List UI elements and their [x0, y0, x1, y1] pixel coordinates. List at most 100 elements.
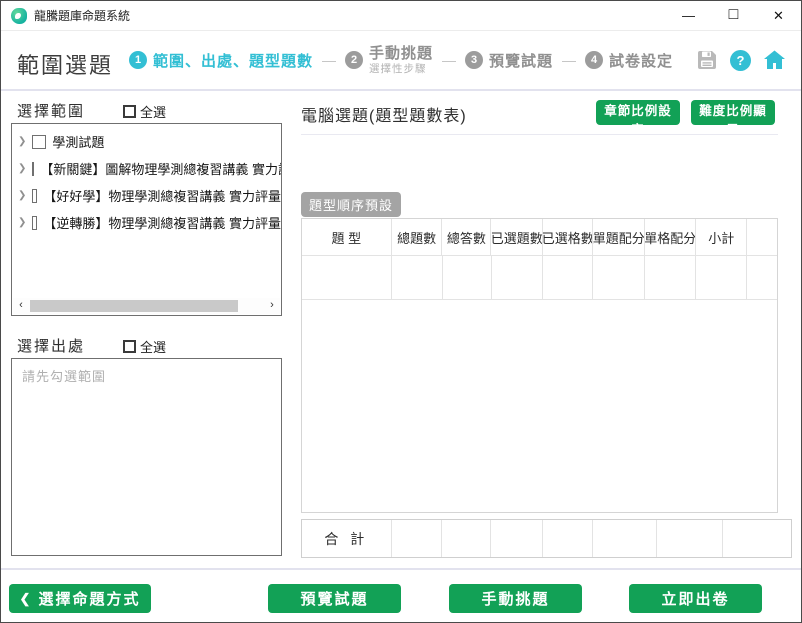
step-3-preview[interactable]: 3 預覽試題 [465, 50, 553, 71]
table-row [302, 256, 777, 300]
back-to-method-button[interactable]: ❮ 選擇命題方式 [9, 584, 151, 613]
save-icon[interactable] [695, 48, 719, 72]
step-3-number-icon: 3 [465, 51, 483, 69]
table-cell [695, 256, 746, 299]
total-cell [490, 520, 542, 557]
total-cell [656, 520, 723, 557]
tree-item-label: 【新關鍵】圖解物理學測總複習講義 實力評量 [40, 159, 281, 178]
step-2-sublabel: 選擇性步驟 [369, 63, 433, 75]
tree-item-exam-questions[interactable]: ❯ 學測試題 [12, 128, 281, 155]
minimize-button[interactable]: — [666, 1, 711, 30]
tree-item-new-key[interactable]: ❯ 【新關鍵】圖解物理學測總複習講義 實力評量 [12, 155, 281, 182]
tree-item-checkbox[interactable] [32, 189, 37, 203]
tree-item-label: 【逆轉勝】物理學測總複習講義 實力評量 [43, 213, 281, 232]
step-4-label: 試卷設定 [609, 50, 673, 71]
table-empty-area [302, 300, 777, 512]
source-select-all-checkbox[interactable] [123, 340, 136, 353]
range-panel-title: 選擇範圍 [17, 100, 85, 121]
title-bar: 龍騰題庫命題系統 — □ ✕ [1, 1, 801, 31]
app-logo-icon [11, 8, 27, 24]
column-header: 總題數 [391, 219, 442, 255]
table-cell [391, 256, 442, 299]
source-select-all-label: 全選 [140, 337, 166, 356]
column-header: 已選格數 [542, 219, 592, 255]
close-button[interactable]: ✕ [756, 1, 801, 30]
help-icon[interactable]: ? [730, 50, 751, 71]
back-button-label: 選擇命題方式 [38, 588, 140, 609]
expand-chevron-icon[interactable]: ❯ [18, 190, 26, 201]
expand-chevron-icon[interactable]: ❯ [18, 163, 26, 174]
scroll-right-icon[interactable]: › [266, 299, 278, 311]
tree-item-checkbox[interactable] [32, 216, 37, 230]
total-row: 合 計 [301, 519, 792, 558]
total-cell [441, 520, 490, 557]
source-list-box: 請先勾選範圍 [11, 358, 282, 556]
column-header: 單格配分 [644, 219, 695, 255]
step-2-manual-pick[interactable]: 2 手動挑題 選擇性步驟 [345, 45, 433, 74]
tree-item-checkbox[interactable] [32, 162, 34, 176]
range-tree: ❯ 學測試題 ❯ 【新關鍵】圖解物理學測總複習講義 實力評量 ❯ 【好好學】物理… [11, 123, 282, 316]
source-placeholder: 請先勾選範圍 [22, 366, 106, 385]
scroll-left-icon[interactable]: ‹ [15, 299, 27, 311]
range-select-all-label: 全選 [140, 102, 166, 121]
step-4-paper-settings[interactable]: 4 試卷設定 [585, 50, 673, 71]
table-cell [644, 256, 695, 299]
expand-chevron-icon[interactable]: ❯ [18, 217, 26, 228]
table-cell [592, 256, 644, 299]
step-2-number-icon: 2 [345, 51, 363, 69]
maximize-button[interactable]: □ [711, 1, 756, 30]
total-label: 合 計 [302, 520, 391, 557]
step-3-label: 預覽試題 [489, 50, 553, 71]
manual-pick-button[interactable]: 手動挑題 [449, 584, 582, 613]
difficulty-ratio-button[interactable]: 難度比例顯示 [691, 100, 775, 125]
step-dash: — [562, 52, 576, 68]
step-1-range[interactable]: 1 範圍、出處、題型題數 [129, 50, 313, 71]
question-type-table: 題 型 總題數 總答數 已選題數 已選格數 單題配分 單格配分 小計 [301, 218, 778, 513]
column-header: 總答數 [441, 219, 490, 255]
tree-item-label: 學測試題 [52, 132, 104, 151]
step-2-label: 手動挑題 [369, 45, 433, 62]
table-cell [491, 256, 543, 299]
column-header: 單題配分 [592, 219, 644, 255]
range-select-all-checkbox[interactable] [123, 105, 136, 118]
step-1-label: 範圍、出處、題型題數 [153, 50, 313, 71]
generate-exam-button[interactable]: 立即出卷 [629, 584, 762, 613]
table-cell [442, 256, 491, 299]
home-icon[interactable] [762, 48, 787, 72]
page-title: 範圍選題 [17, 48, 113, 80]
table-cell [302, 256, 391, 299]
table-cell [542, 256, 592, 299]
window-controls: — □ ✕ [666, 1, 801, 30]
source-panel-title: 選擇出處 [17, 335, 85, 356]
total-cell [391, 520, 442, 557]
step-1-number-icon: 1 [129, 51, 147, 69]
panel-divider [301, 134, 778, 135]
step-4-number-icon: 4 [585, 51, 603, 69]
footer-divider [1, 568, 801, 570]
column-header: 小計 [695, 219, 746, 255]
step-dash: — [322, 52, 336, 68]
tree-item-label: 【好好學】物理學測總複習講義 實力評量 [43, 186, 281, 205]
question-order-badge[interactable]: 題型順序預設 [301, 192, 401, 217]
chapter-ratio-button[interactable]: 章節比例設定 [596, 100, 680, 125]
table-header-row: 題 型 總題數 總答數 已選題數 已選格數 單題配分 單格配分 小計 [302, 219, 777, 256]
total-cell [542, 520, 592, 557]
back-chevron-icon: ❮ [20, 591, 33, 607]
scrollbar-thumb[interactable] [30, 300, 238, 312]
source-select-all[interactable]: 全選 [123, 337, 166, 356]
total-cell [592, 520, 656, 557]
tree-item-study-well[interactable]: ❯ 【好好學】物理學測總複習講義 實力評量 [12, 182, 281, 209]
column-header: 題 型 [302, 219, 391, 255]
step-dash: — [442, 52, 456, 68]
computer-panel-title: 電腦選題(題型題數表) [301, 102, 467, 126]
column-header: 已選題數 [490, 219, 542, 255]
table-cell [746, 256, 777, 299]
expand-chevron-icon[interactable]: ❯ [18, 136, 26, 147]
preview-exam-button[interactable]: 預覽試題 [268, 584, 401, 613]
tree-item-comeback[interactable]: ❯ 【逆轉勝】物理學測總複習講義 實力評量 [12, 209, 281, 236]
tree-item-checkbox[interactable] [32, 135, 46, 149]
wizard-header: 範圍選題 1 範圍、出處、題型題數 — 2 手動挑題 選擇性步驟 — 3 預覽試… [1, 31, 801, 91]
column-header [746, 219, 777, 255]
horizontal-scrollbar[interactable]: ‹ › [13, 298, 280, 314]
range-select-all[interactable]: 全選 [123, 102, 166, 121]
